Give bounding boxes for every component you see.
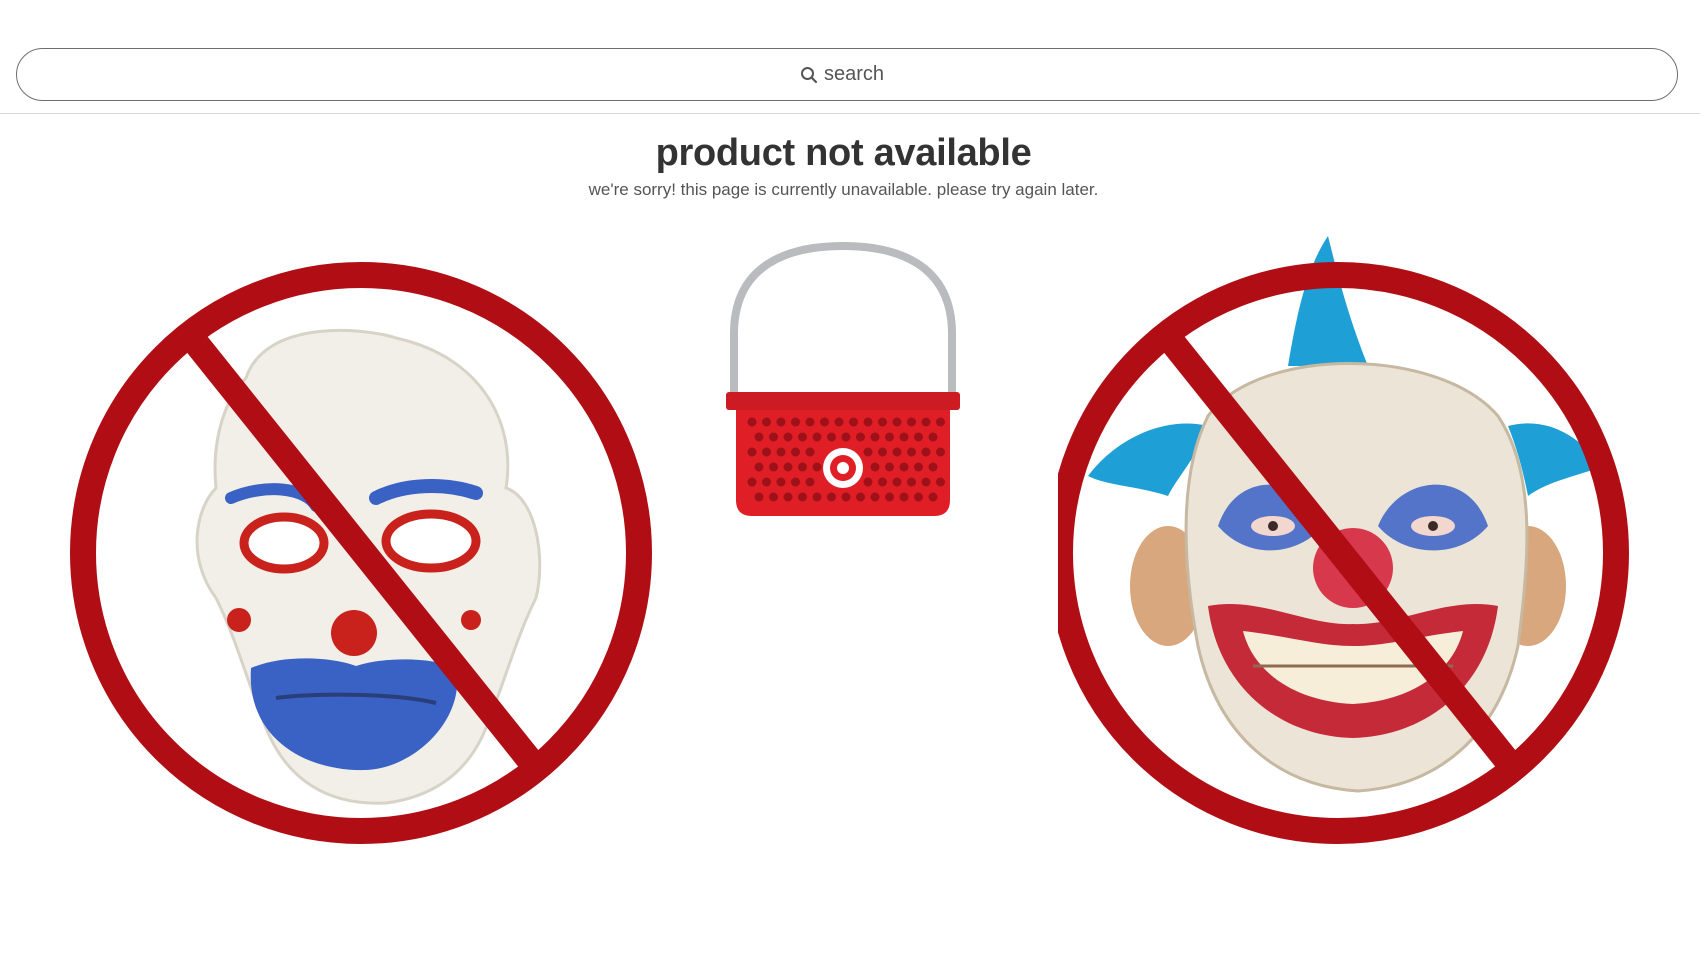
search-bar[interactable] [16,48,1678,101]
search-input[interactable] [824,63,894,86]
prohibited-clown-mask-right [1058,236,1629,844]
prohibited-clown-mask-left [70,262,652,844]
shopping-basket-icon [726,242,960,516]
page-subtitle: we're sorry! this page is currently unav… [588,180,1099,199]
search-icon [800,66,818,84]
error-page: product not available we're sorry! this … [0,0,1700,956]
header-divider [0,113,1700,114]
page-title: product not available [655,132,1032,174]
